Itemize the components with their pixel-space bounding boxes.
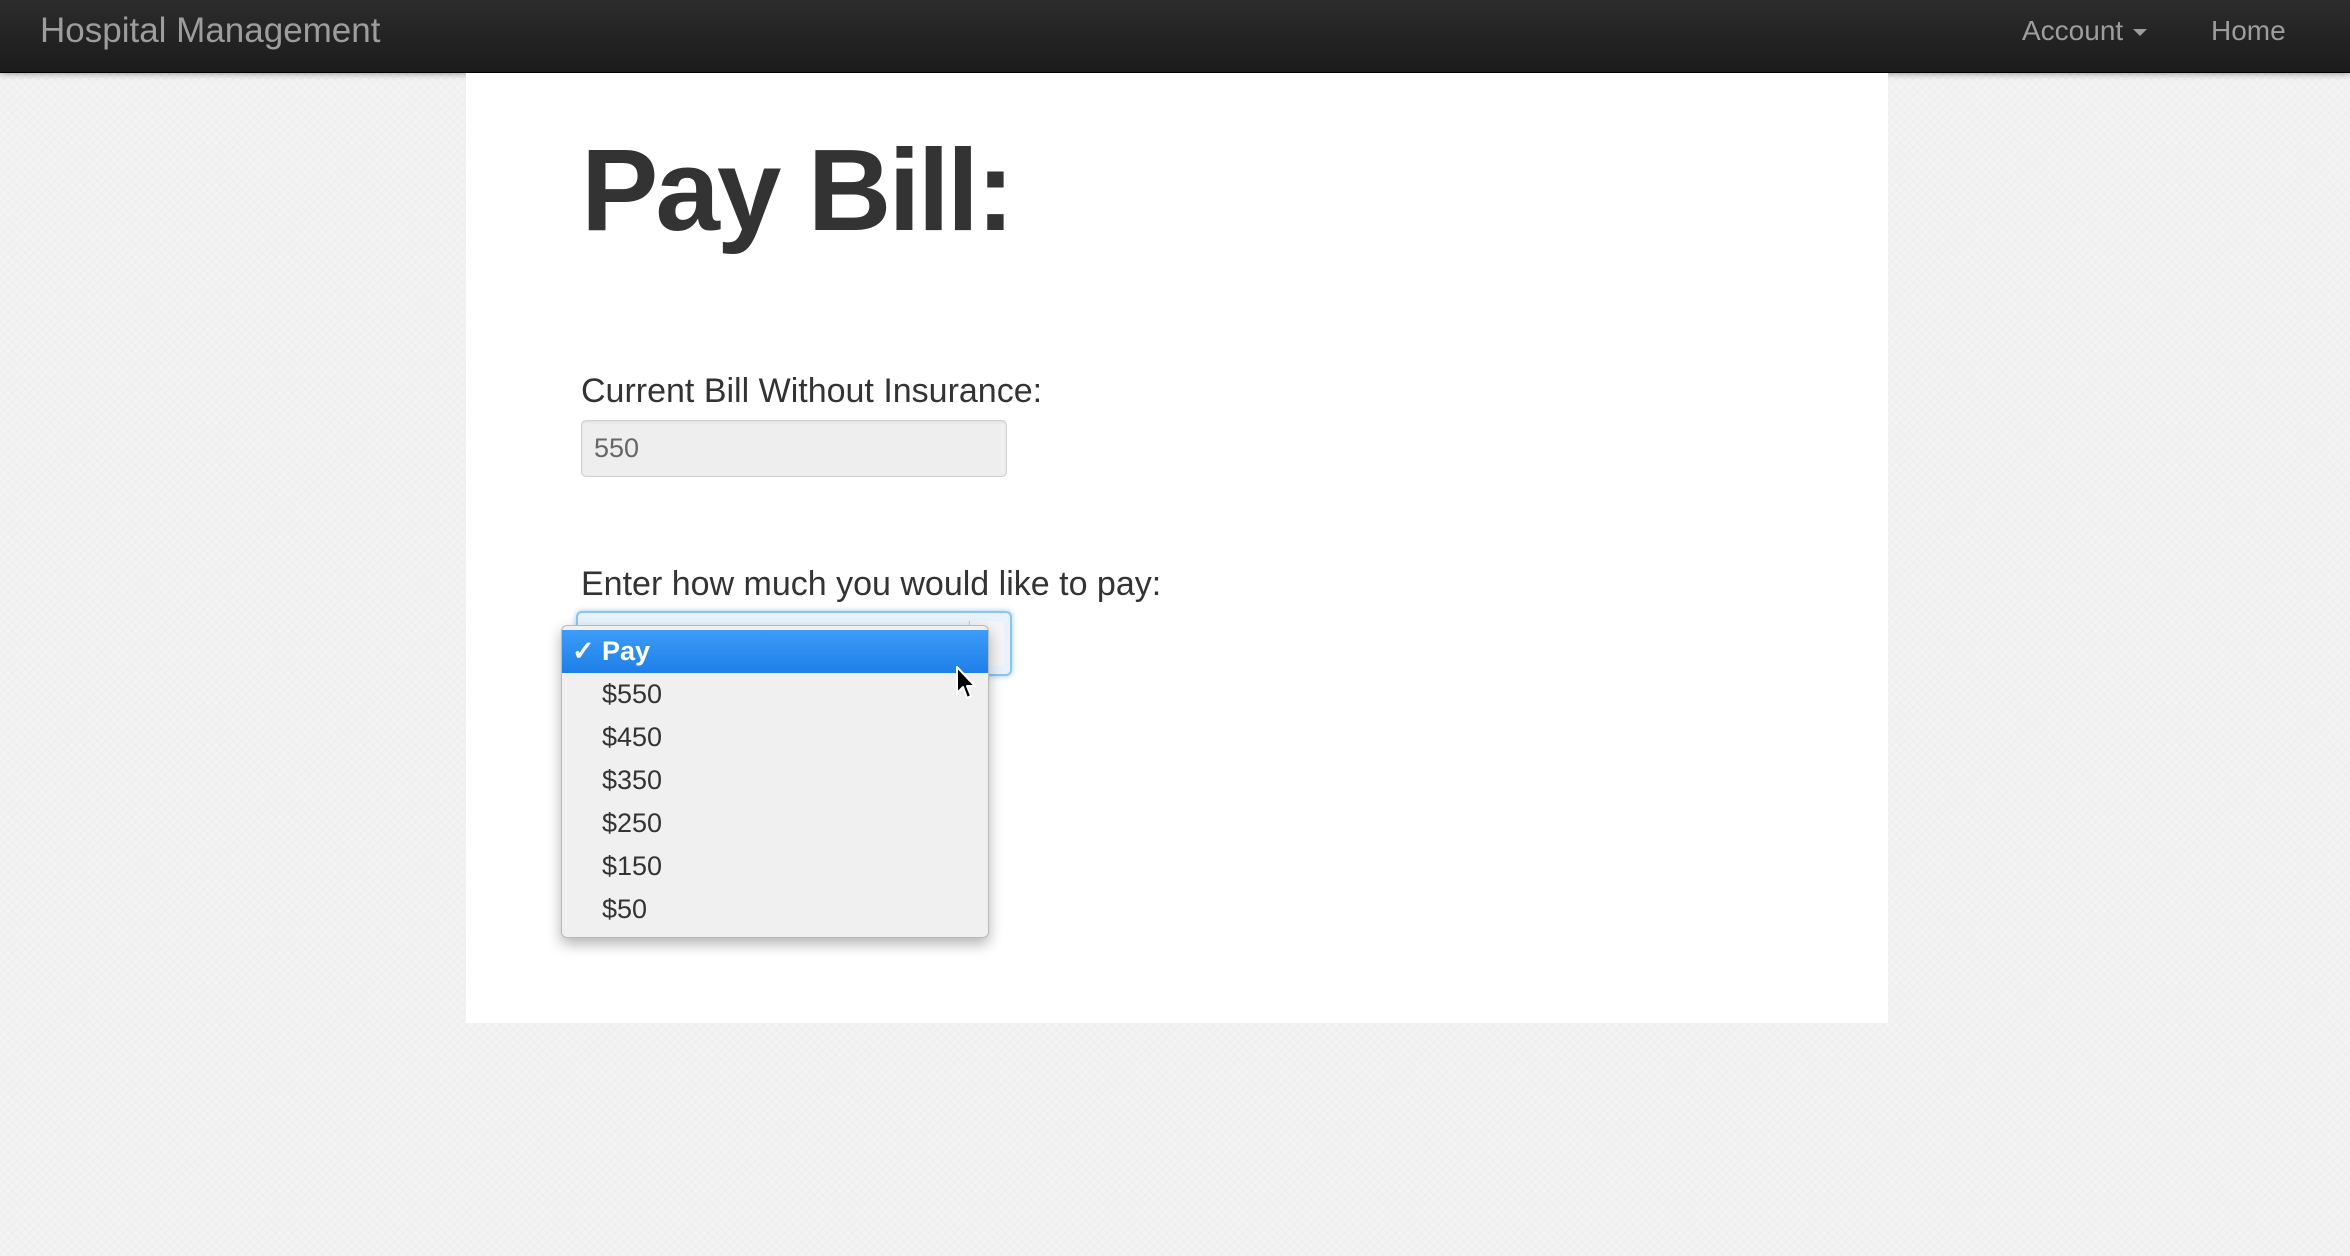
pay-label: Enter how much you would like to pay: — [581, 565, 1162, 603]
bill-amount-field[interactable] — [581, 420, 1007, 477]
chevron-down-icon — [2133, 29, 2148, 37]
option-label: $550 — [602, 679, 663, 709]
navbar: Hospital Management Account Home — [0, 0, 2350, 73]
option-label: $450 — [602, 722, 663, 752]
mouse-pointer-icon — [956, 666, 976, 699]
home-link[interactable]: Home — [2211, 0, 2286, 62]
dropdown-option-450[interactable]: $450 — [562, 716, 988, 759]
option-label: $350 — [602, 765, 663, 795]
dropdown-option-50[interactable]: $50 — [562, 888, 988, 931]
bill-label: Current Bill Without Insurance: — [581, 372, 1043, 410]
dropdown-option-350[interactable]: $350 — [562, 759, 988, 802]
brand-link[interactable]: Hospital Management — [40, 0, 380, 62]
check-icon: ✓ — [572, 636, 595, 666]
account-label: Account — [2022, 15, 2124, 46]
dropdown-option-pay[interactable]: ✓ Pay — [562, 630, 988, 673]
page-title: Pay Bill: — [581, 125, 1015, 255]
option-label: $150 — [602, 851, 663, 881]
option-label: $50 — [602, 894, 648, 924]
dropdown-option-150[interactable]: $150 — [562, 845, 988, 888]
dropdown-option-250[interactable]: $250 — [562, 802, 988, 845]
option-label: $250 — [602, 808, 663, 838]
account-menu[interactable]: Account — [2022, 0, 2148, 62]
option-label: Pay — [602, 636, 651, 666]
pay-amount-dropdown: ✓ Pay $550 $450 $350 $250 $150 $50 — [561, 625, 989, 938]
dropdown-option-550[interactable]: $550 — [562, 673, 988, 716]
